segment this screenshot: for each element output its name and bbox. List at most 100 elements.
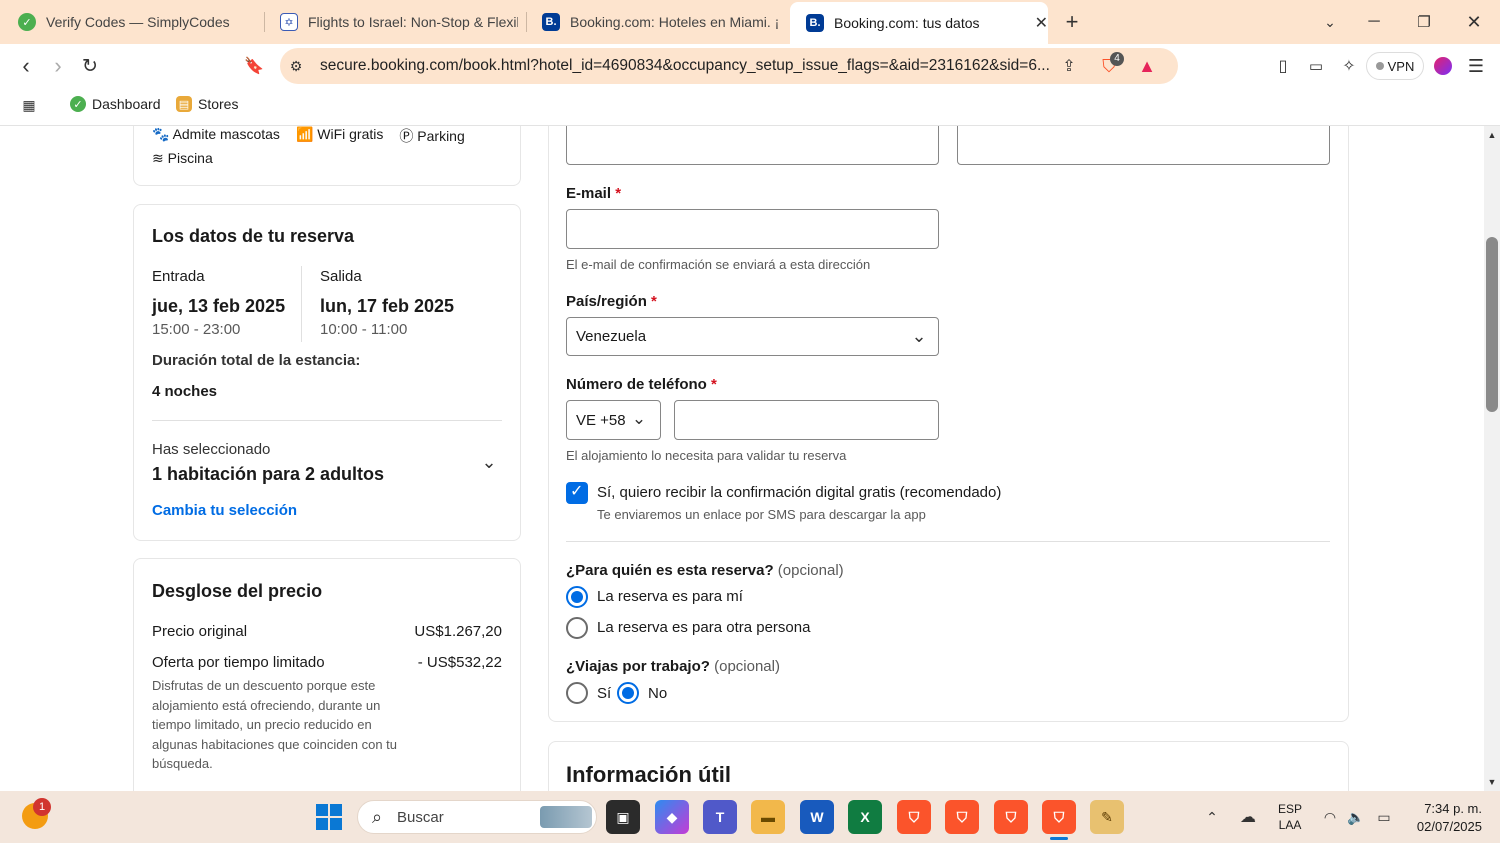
- new-tab-icon[interactable]: +: [1060, 9, 1084, 34]
- for-other-radio[interactable]: [566, 617, 588, 639]
- maximize-icon[interactable]: ❐: [1412, 10, 1436, 34]
- clock[interactable]: 7:34 p. m. 02/07/2025: [1404, 800, 1482, 836]
- wifi-icon[interactable]: ◠: [1320, 807, 1340, 827]
- bookmark-dashboard[interactable]: ✓ Dashboard: [70, 96, 161, 112]
- chevron-down-icon[interactable]: ⌄: [478, 451, 500, 473]
- app-icon[interactable]: ✎: [1090, 800, 1124, 834]
- vpn-label: VPN: [1387, 58, 1415, 74]
- tab-search-chevron-icon[interactable]: ⌄: [1318, 10, 1342, 34]
- tab-booking-miami[interactable]: B. Booking.com: Hoteles en Miami. ¡Re: [526, 0, 788, 44]
- clock-date: 02/07/2025: [1416, 819, 1482, 834]
- bookmark-icon[interactable]: 🔖: [242, 54, 266, 78]
- back-icon[interactable]: ‹: [14, 53, 38, 78]
- phone-number-input[interactable]: [674, 400, 939, 440]
- volume-icon[interactable]: 🔈: [1346, 807, 1366, 827]
- teams-icon[interactable]: T: [703, 800, 737, 834]
- brave-active-icon[interactable]: ⛉: [1042, 800, 1076, 834]
- phone-label: Número de teléfono *: [566, 376, 717, 393]
- onedrive-icon[interactable]: ☁: [1237, 806, 1259, 828]
- simplycodes-icon: ✓: [18, 13, 36, 31]
- forward-icon[interactable]: ›: [46, 53, 70, 78]
- site-settings-icon[interactable]: ⚙: [286, 56, 306, 76]
- divider: [152, 420, 502, 421]
- scrollbar[interactable]: [1484, 126, 1500, 791]
- brave-icon[interactable]: ⛉: [945, 800, 979, 834]
- tab-label: Booking.com: tus datos: [834, 15, 980, 31]
- excel-icon[interactable]: X: [848, 800, 882, 834]
- booking-icon: B.: [806, 14, 824, 32]
- task-view-icon[interactable]: ▣: [606, 800, 640, 834]
- last-name-input[interactable]: [957, 126, 1330, 165]
- tab-label: Verify Codes — SimplyCodes: [46, 14, 230, 30]
- work-yes-label: Sí: [597, 685, 612, 702]
- bookmark-label: Stores: [198, 96, 239, 112]
- selected-label: Has seleccionado: [152, 441, 271, 458]
- language-indicator[interactable]: ESP LAA: [1276, 801, 1304, 833]
- wallet-icon[interactable]: ▭: [1305, 55, 1327, 77]
- menu-icon[interactable]: ☰: [1464, 55, 1488, 77]
- url-text: secure.booking.com/book.html?hotel_id=46…: [320, 57, 1050, 74]
- digital-confirmation-label: Sí, quiero recibir la confirmación digit…: [597, 484, 1002, 501]
- apps-grid-icon[interactable]: ▦: [20, 96, 38, 114]
- tab-label: Booking.com: Hoteles en Miami. ¡Re: [570, 14, 780, 30]
- phone-code-value: VE +58: [576, 412, 626, 429]
- brave-icon[interactable]: ⛉: [897, 800, 931, 834]
- bookmark-label: Dashboard: [92, 96, 161, 112]
- digital-confirmation-sub: Te enviaremos un enlace por SMS para des…: [597, 507, 926, 522]
- minimize-icon[interactable]: ─: [1362, 10, 1386, 34]
- digital-confirmation-checkbox[interactable]: ✓: [566, 482, 588, 504]
- reservation-title: Los datos de tu reserva: [152, 226, 355, 246]
- chevron-down-icon: ⌄: [911, 325, 927, 346]
- work-yes-radio[interactable]: [566, 682, 588, 704]
- booking-icon: B.: [542, 13, 560, 31]
- share-icon[interactable]: ⇪: [1058, 55, 1080, 77]
- date-divider: [301, 266, 302, 342]
- checkout-label: Salida: [320, 268, 362, 285]
- tab-simplycodes[interactable]: ✓ Verify Codes — SimplyCodes: [2, 0, 264, 44]
- checkin-time: 15:00 - 23:00: [152, 321, 241, 338]
- first-name-input[interactable]: [566, 126, 939, 165]
- copilot-icon[interactable]: ◆: [655, 800, 689, 834]
- scrollbar-thumb[interactable]: [1486, 237, 1498, 412]
- sidebar-icon[interactable]: ▯: [1272, 55, 1294, 77]
- vpn-button[interactable]: VPN: [1366, 52, 1424, 80]
- leo-ai-icon[interactable]: ✧: [1338, 55, 1360, 77]
- word-icon[interactable]: W: [800, 800, 834, 834]
- search-placeholder: Buscar: [397, 809, 444, 826]
- brave-rewards-icon[interactable]: ▲: [1136, 54, 1158, 78]
- lang-secondary: LAA: [1278, 818, 1302, 832]
- email-field[interactable]: [566, 209, 939, 249]
- windows-start-icon[interactable]: [316, 804, 342, 830]
- original-price-label: Precio original: [152, 623, 248, 640]
- bookmark-stores[interactable]: ▤ Stores: [176, 96, 238, 112]
- reload-icon[interactable]: ↻: [78, 54, 102, 78]
- profile-icon[interactable]: [1434, 57, 1452, 75]
- country-label: País/región *: [566, 293, 657, 310]
- offer-value: - US$532,22: [417, 654, 502, 671]
- scroll-down-icon[interactable]: ▼: [1486, 775, 1498, 789]
- close-tab-icon[interactable]: ✕: [1035, 13, 1048, 33]
- offer-label: Oferta por tiempo limitado: [152, 654, 325, 671]
- tab-booking-datos[interactable]: B. Booking.com: tus datos ✕: [790, 2, 1048, 44]
- price-title: Desglose del precio: [152, 581, 323, 601]
- file-explorer-icon[interactable]: ▬: [751, 800, 785, 834]
- stores-icon: ▤: [176, 96, 192, 112]
- scroll-up-icon[interactable]: ▲: [1486, 128, 1498, 142]
- brave-icon[interactable]: ⛉: [994, 800, 1028, 834]
- email-label: E-mail *: [566, 185, 622, 202]
- for-me-label: La reserva es para mí: [597, 588, 743, 605]
- tab-flights[interactable]: ✡ Flights to Israel: Non-Stop & Flexib: [264, 0, 526, 44]
- for-me-radio[interactable]: [566, 586, 588, 608]
- dashboard-icon: ✓: [70, 96, 86, 112]
- original-price-value: US$1.267,20: [414, 623, 502, 640]
- wifi-amenity: 📶 WiFi gratis: [295, 126, 384, 142]
- duration-value: 4 noches: [152, 383, 218, 400]
- work-no-radio[interactable]: [617, 682, 639, 704]
- battery-icon[interactable]: ▭: [1373, 807, 1395, 827]
- show-hidden-icons[interactable]: ⌃: [1202, 808, 1222, 826]
- change-selection-link[interactable]: Cambia tu selección: [152, 502, 297, 519]
- checkmark-icon: ✓: [570, 483, 584, 500]
- close-window-icon[interactable]: ✕: [1462, 10, 1486, 34]
- offer-description: Disfrutas de un descuento porque este al…: [152, 678, 398, 772]
- search-highlight-image: [540, 806, 592, 828]
